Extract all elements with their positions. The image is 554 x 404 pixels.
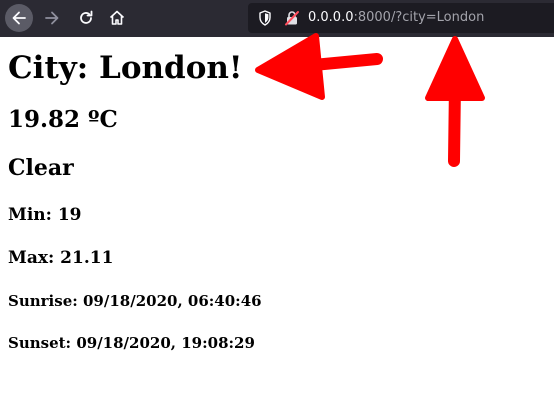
reload-icon	[80, 10, 93, 24]
city-heading: City: London!	[8, 50, 243, 86]
url-path: :8000/?city=London	[353, 10, 485, 25]
sunset-time: Sunset: 09/18/2020, 19:08:29	[8, 334, 255, 352]
home-button[interactable]	[103, 4, 131, 32]
arrow-right-icon	[45, 11, 59, 25]
arrow-left-icon	[12, 11, 26, 25]
reload-button[interactable]	[72, 4, 100, 32]
url-host: 0.0.0.0	[308, 10, 354, 25]
home-icon	[109, 10, 125, 25]
shield-icon[interactable]	[258, 10, 272, 31]
min-temperature: Min: 19	[8, 205, 82, 225]
insecure-lock-icon[interactable]	[284, 10, 300, 31]
condition-heading: Clear	[8, 155, 74, 181]
back-button[interactable]	[5, 4, 33, 32]
browser-toolbar: 0.0.0.0:8000/?city=London	[0, 0, 554, 37]
vertical-arrow	[425, 36, 485, 167]
url-text[interactable]: 0.0.0.0:8000/?city=London	[308, 10, 484, 26]
temperature-heading: 19.82 ºC	[8, 106, 118, 133]
max-temperature: Max: 21.11	[8, 248, 114, 268]
sunrise-time: Sunrise: 09/18/2020, 06:40:46	[8, 292, 262, 310]
url-bar[interactable]: 0.0.0.0:8000/?city=London	[248, 3, 554, 33]
forward-button[interactable]	[38, 4, 66, 32]
horizontal-arrow	[255, 33, 383, 100]
